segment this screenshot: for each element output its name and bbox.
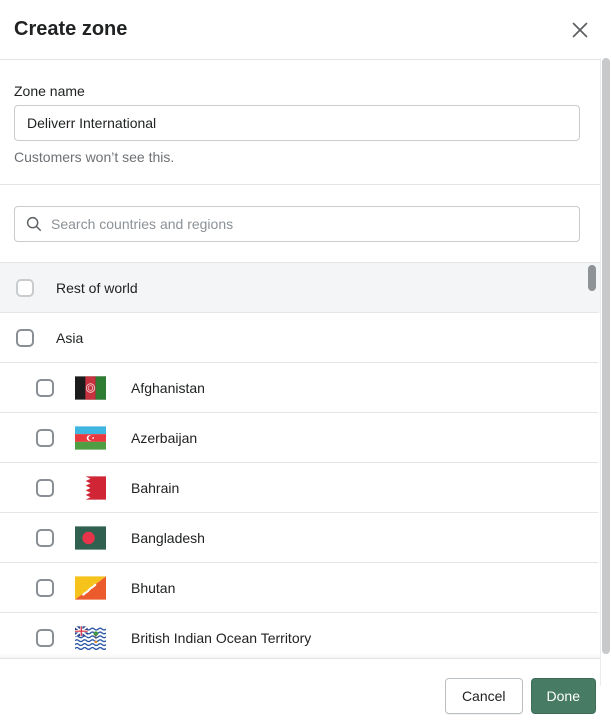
list-item-az[interactable]: Azerbaijan	[0, 413, 612, 463]
country-label: Bhutan	[131, 580, 175, 596]
country-checkbox[interactable]	[36, 529, 54, 547]
list-item-bh[interactable]: Bahrain	[0, 463, 612, 513]
country-flag-icon	[75, 376, 106, 400]
country-flag-icon	[75, 576, 106, 600]
search-countries-input[interactable]	[14, 206, 580, 242]
country-label: Azerbaijan	[131, 430, 197, 446]
country-flag-icon	[75, 526, 106, 550]
modal-title: Create zone	[14, 18, 127, 41]
cancel-button[interactable]: Cancel	[445, 678, 523, 714]
modal-scrollbar[interactable]	[600, 0, 612, 726]
list-item-af[interactable]: Afghanistan	[0, 363, 612, 413]
rest-of-world-label: Rest of world	[56, 280, 138, 296]
list-item-rest-of-world[interactable]: Rest of world	[0, 263, 612, 313]
country-checkbox[interactable]	[36, 479, 54, 497]
modal-header: Create zone	[0, 0, 612, 60]
zone-name-input[interactable]	[14, 105, 580, 141]
modal-footer: Cancel Done	[0, 658, 612, 726]
country-label: Bangladesh	[131, 530, 205, 546]
create-zone-modal: Create zone Zone name Customers won’t se…	[0, 0, 612, 659]
country-rows: Afghanistan Azerbaijan Bahrain Banglades…	[0, 363, 612, 659]
country-list[interactable]: Rest of world Asia Afghanistan Azerbaija…	[0, 262, 612, 659]
country-flag-icon	[75, 626, 106, 650]
country-flag-icon	[75, 426, 106, 450]
country-label: Bahrain	[131, 480, 179, 496]
list-scrollbar-thumb[interactable]	[588, 265, 596, 291]
rest-of-world-checkbox[interactable]	[16, 279, 34, 297]
close-icon	[570, 20, 590, 40]
search-section	[0, 185, 612, 262]
list-item-bd[interactable]: Bangladesh	[0, 513, 612, 563]
country-checkbox[interactable]	[36, 429, 54, 447]
country-checkbox[interactable]	[36, 629, 54, 647]
search-field	[14, 206, 580, 242]
modal-scrollbar-thumb[interactable]	[602, 58, 610, 654]
country-flag-icon	[75, 476, 106, 500]
country-checkbox[interactable]	[36, 579, 54, 597]
close-button[interactable]	[568, 18, 592, 42]
list-item-asia[interactable]: Asia	[0, 313, 612, 363]
asia-checkbox[interactable]	[16, 329, 34, 347]
zone-name-label: Zone name	[14, 83, 580, 99]
country-label: British Indian Ocean Territory	[131, 630, 311, 646]
country-label: Afghanistan	[131, 380, 205, 396]
country-checkbox[interactable]	[36, 379, 54, 397]
list-item-io[interactable]: British Indian Ocean Territory	[0, 613, 612, 659]
done-button[interactable]: Done	[531, 678, 596, 714]
zone-name-section: Zone name Customers won’t see this.	[0, 60, 612, 165]
list-item-bt[interactable]: Bhutan	[0, 563, 612, 613]
asia-label: Asia	[56, 330, 83, 346]
zone-name-helper-text: Customers won’t see this.	[14, 149, 580, 165]
